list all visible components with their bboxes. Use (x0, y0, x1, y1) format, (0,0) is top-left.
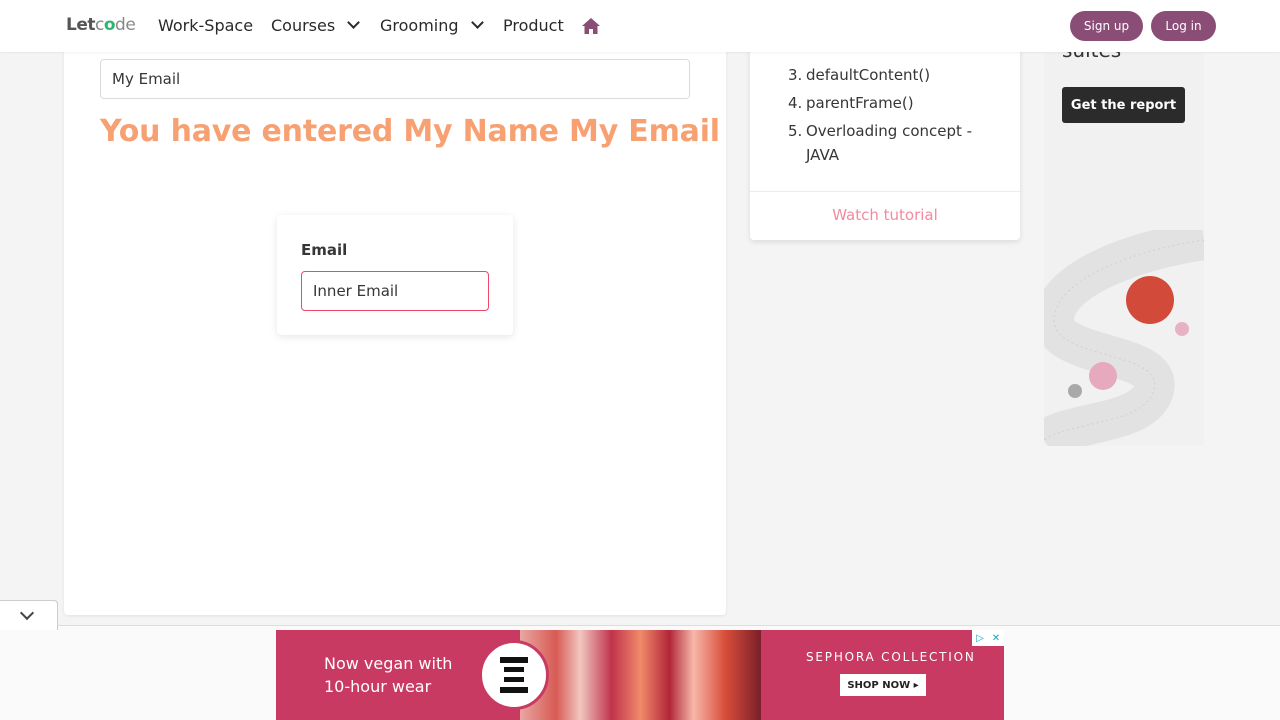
side-advertisement[interactable]: suites Get the report (1044, 30, 1204, 446)
bottom-advertisement[interactable]: Now vegan with 10-hour wear SEPHORA COLL… (276, 630, 1004, 720)
email-input-value: My Email (112, 70, 181, 88)
list-item: 4. parentFrame() (788, 91, 1008, 115)
letcode-logo[interactable]: Letcode (66, 15, 136, 35)
home-icon[interactable] (581, 17, 601, 35)
entered-result-text: You have entered My Name My Email (100, 114, 720, 149)
email-input[interactable]: My Email (100, 59, 690, 99)
list-number: 5. (788, 122, 803, 140)
nav-label: Courses (271, 16, 336, 35)
nav-grooming-dropdown[interactable]: Grooming (380, 16, 484, 35)
list-item: 3. defaultContent() (788, 63, 1008, 87)
ad-tagline-line: 10-hour wear (324, 677, 432, 696)
nav-product[interactable]: Product (503, 16, 564, 35)
adchoices-icon[interactable]: ▷ (972, 630, 988, 646)
get-report-button[interactable]: Get the report (1062, 87, 1185, 123)
chevron-down-icon (347, 16, 361, 29)
ad-artwork (1044, 230, 1204, 446)
chevron-down-icon (470, 16, 484, 29)
login-button[interactable]: Log in (1151, 11, 1216, 41)
shop-now-button[interactable]: SHOP NOW ▸ (840, 674, 926, 696)
logo-text-accent: o (103, 15, 116, 35)
nav-label: Work-Space (158, 16, 254, 35)
list-text: defaultContent() (806, 66, 931, 84)
ad-tagline: Now vegan with 10-hour wear (324, 652, 452, 698)
topic-list: 3. defaultContent() 4. parentFrame() 5. … (788, 63, 1008, 171)
nav-courses-dropdown[interactable]: Courses (271, 16, 361, 35)
logo-text: Let (66, 15, 96, 35)
nav-work-space[interactable]: Work-Space (158, 16, 253, 35)
ad-tagline-line: Now vegan with (324, 654, 453, 673)
divider (750, 191, 1020, 192)
navbar: Letcode Work-Space Courses Grooming Prod… (0, 0, 1280, 52)
collapse-ad-button[interactable] (0, 600, 58, 630)
signup-button[interactable]: Sign up (1070, 11, 1143, 41)
list-text: parentFrame() (806, 94, 914, 112)
close-icon[interactable]: ✕ (988, 630, 1004, 646)
inner-iframe: Email Inner Email (277, 215, 513, 335)
logo-text: c (95, 15, 104, 35)
nav-label: Grooming (380, 16, 459, 35)
ad-brand-text: SEPHORA COLLECTION (806, 650, 976, 664)
watch-tutorial-link[interactable]: Watch tutorial (750, 206, 1020, 224)
logo-text: de (115, 15, 136, 35)
chevron-down-icon (19, 605, 35, 621)
email-label: Email (301, 241, 348, 259)
inner-email-value: Inner Email (313, 282, 399, 300)
tutorial-card: 3. defaultContent() 4. parentFrame() 5. … (750, 30, 1020, 240)
quality-seal-icon (479, 640, 549, 710)
list-number: 3. (788, 66, 803, 84)
ad-choices[interactable]: ▷ ✕ (972, 630, 1004, 646)
list-number: 4. (788, 94, 803, 112)
inner-email-input[interactable]: Inner Email (301, 271, 489, 311)
list-item: 5. Overloading concept - JAVA (788, 119, 1008, 167)
list-text: Overloading concept - JAVA (806, 122, 973, 164)
nav-label: Product (503, 16, 564, 35)
ad-product-image (520, 630, 761, 720)
